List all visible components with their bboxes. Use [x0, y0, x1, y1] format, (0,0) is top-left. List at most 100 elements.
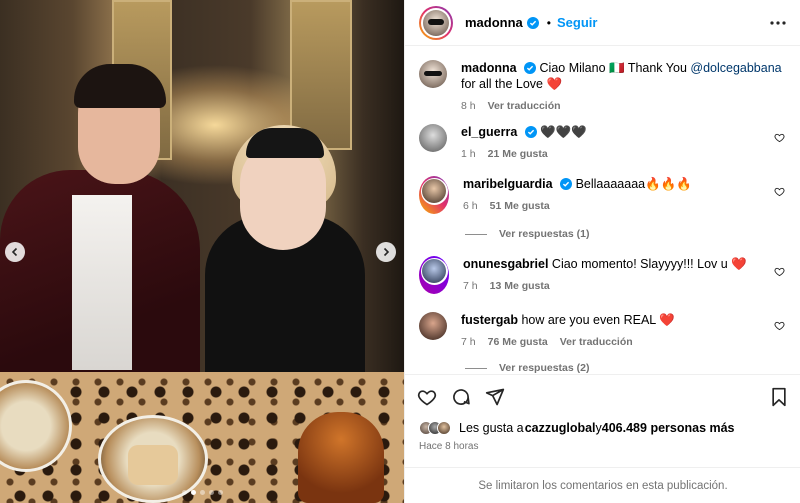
comment-item: fustergab how are you even REAL ❤️ 7 h 7… [419, 312, 791, 350]
comment-translate-link[interactable]: Ver traducción [560, 334, 633, 350]
post-timestamp[interactable]: Hace 8 horas [405, 437, 800, 452]
verified-badge-icon [524, 62, 537, 74]
carousel-dot [208, 490, 214, 495]
author-avatar[interactable] [423, 9, 449, 36]
photo-bread [128, 445, 178, 485]
author-username[interactable]: madonna [465, 15, 523, 30]
verified-badge-icon [560, 178, 573, 190]
instagram-post-view: madonna • Seguir madonna Ciao Milano 🇮🇹 … [0, 0, 800, 503]
caption-time[interactable]: 8 h [461, 98, 476, 114]
comment-avatar-ring[interactable] [419, 256, 449, 294]
comment-time[interactable]: 1 h [461, 146, 476, 162]
comment-like-heart-icon[interactable] [774, 266, 785, 277]
carousel-dot [190, 490, 196, 495]
comment-text-line: el_guerra 🖤🖤🖤 [461, 124, 791, 140]
comment-likes[interactable]: 51 Me gusta [490, 198, 550, 214]
carousel-dot [217, 490, 223, 495]
view-replies-label[interactable]: Ver respuestas (2) [499, 362, 589, 374]
caption-text-pre: Ciao Milano 🇮🇹 Thank You [539, 61, 691, 75]
comment-item: maribelguardia Bellaaaaaaa🔥🔥🔥 6 h 51 Me … [419, 176, 791, 214]
comment-meta: 7 h 13 Me gusta [463, 278, 791, 294]
view-replies-button[interactable]: Ver respuestas (2) [465, 362, 589, 374]
comment-text-line: onunesgabriel Ciao momento! Slayyyy!!! L… [463, 256, 791, 272]
liker-avatar [437, 421, 451, 435]
comment-avatar[interactable] [419, 124, 447, 152]
comment-body: el_guerra 🖤🖤🖤 1 h 21 Me gusta [461, 124, 791, 162]
header-separator: • [546, 15, 551, 30]
comment-like-heart-icon[interactable] [774, 132, 785, 143]
comments-list[interactable]: madonna Ciao Milano 🇮🇹 Thank You @dolceg… [405, 46, 800, 374]
comment-item: onunesgabriel Ciao momento! Slayyyy!!! L… [419, 256, 791, 294]
chevron-left-icon [11, 247, 18, 257]
caption-text: madonna Ciao Milano 🇮🇹 Thank You @dolceg… [461, 60, 791, 92]
likes-prefix: Les gusta a [459, 421, 524, 435]
comment-meta: 6 h 51 Me gusta [463, 198, 791, 214]
verified-badge-icon [524, 126, 537, 138]
comment-icon[interactable] [451, 387, 471, 407]
comment-time[interactable]: 7 h [461, 334, 476, 350]
comment-username[interactable]: fustergab [461, 313, 518, 327]
comment-text: 🖤🖤🖤 [540, 125, 587, 139]
author-avatar-ring[interactable] [419, 5, 453, 40]
more-options-button[interactable] [770, 15, 786, 31]
comment-avatar[interactable] [422, 179, 446, 203]
comment-likes[interactable]: 21 Me gusta [488, 146, 548, 162]
photo-person-man-shirt [72, 195, 132, 370]
caption-text-post: for all the Love ❤️ [461, 77, 563, 91]
comment-text: Bellaaaaaaa🔥🔥🔥 [575, 177, 692, 191]
comment-time[interactable]: 7 h [463, 278, 478, 294]
caption-username[interactable]: madonna [461, 61, 517, 75]
post-side-panel: madonna • Seguir madonna Ciao Milano 🇮🇹 … [404, 0, 800, 503]
comment-body: onunesgabriel Ciao momento! Slayyyy!!! L… [463, 256, 791, 294]
chevron-right-icon [383, 247, 390, 257]
comment-username[interactable]: maribelguardia [463, 177, 553, 191]
action-bar [405, 375, 800, 419]
caption-translate-link[interactable]: Ver traducción [488, 98, 561, 114]
comment-body: maribelguardia Bellaaaaaaa🔥🔥🔥 6 h 51 Me … [463, 176, 791, 214]
comments-limited-notice: Se limitaron los comentarios en esta pub… [405, 467, 800, 503]
carousel-dot [199, 490, 205, 495]
comment-username[interactable]: el_guerra [461, 125, 517, 139]
verified-badge-icon [526, 16, 539, 29]
comment-meta: 1 h 21 Me gusta [461, 146, 791, 162]
comment-avatar-ring[interactable] [419, 176, 449, 214]
comment-likes[interactable]: 76 Me gusta [488, 334, 548, 350]
carousel-dots [0, 490, 404, 495]
view-replies-label[interactable]: Ver respuestas (1) [499, 228, 589, 240]
heart-icon[interactable] [417, 387, 437, 407]
carousel-dot [181, 490, 187, 495]
caption-author-avatar[interactable] [419, 60, 447, 88]
comment-like-heart-icon[interactable] [774, 186, 785, 197]
comment-time[interactable]: 6 h [463, 198, 478, 214]
comment-item: el_guerra 🖤🖤🖤 1 h 21 Me gusta [419, 124, 791, 162]
photo-person-woman-veil [246, 128, 324, 158]
comment-likes[interactable]: 13 Me gusta [490, 278, 550, 294]
caption: madonna Ciao Milano 🇮🇹 Thank You @dolceg… [419, 60, 791, 114]
comment-username[interactable]: onunesgabriel [463, 257, 548, 271]
caption-mention-link[interactable]: @dolcegabbana [690, 61, 781, 75]
caption-body: madonna Ciao Milano 🇮🇹 Thank You @dolceg… [461, 60, 791, 114]
replies-divider-line [465, 367, 487, 369]
bookmark-icon[interactable] [769, 387, 789, 407]
likes-summary[interactable]: Les gusta a cazzuglobal y 406.489 person… [405, 419, 800, 437]
carousel-next-button[interactable] [376, 242, 396, 262]
comment-text: Ciao momento! Slayyyy!!! Lov u ❤️ [551, 257, 747, 271]
likes-user-link[interactable]: cazzuglobal [525, 421, 596, 435]
liker-avatars [419, 421, 451, 435]
share-icon[interactable] [485, 387, 505, 407]
comment-text: how are you even REAL ❤️ [521, 313, 675, 327]
more-options-icon [770, 20, 786, 25]
replies-divider-line [465, 233, 487, 235]
comment-avatar[interactable] [422, 259, 446, 283]
comment-body: fustergab how are you even REAL ❤️ 7 h 7… [461, 312, 791, 350]
post-photo[interactable] [0, 0, 404, 503]
comment-text-line: fustergab how are you even REAL ❤️ [461, 312, 791, 328]
comment-avatar[interactable] [419, 312, 447, 340]
view-replies-button[interactable]: Ver respuestas (1) [465, 228, 589, 240]
caption-meta: 8 h Ver traducción [461, 98, 791, 114]
comment-like-heart-icon[interactable] [774, 320, 785, 331]
post-header: madonna • Seguir [405, 0, 800, 46]
likes-count-link[interactable]: 406.489 personas más [602, 421, 735, 435]
follow-button[interactable]: Seguir [557, 15, 597, 30]
carousel-prev-button[interactable] [5, 242, 25, 262]
